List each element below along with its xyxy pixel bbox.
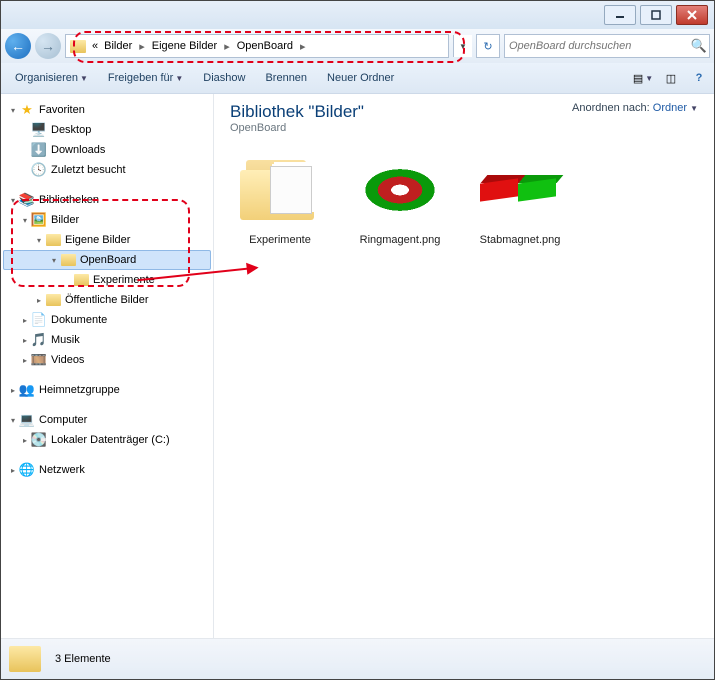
items-view[interactable]: Experimente Ringmagent.png Stabmagnet.pn… — [214, 142, 714, 638]
item-folder-experimente[interactable]: Experimente — [230, 150, 330, 246]
help-button[interactable]: ? — [688, 67, 710, 89]
bar-thumbnail — [480, 175, 560, 205]
maximize-button[interactable] — [640, 5, 672, 25]
folder-icon — [70, 40, 86, 53]
breadcrumb-prefix: « — [90, 40, 100, 52]
ring-thumbnail — [359, 166, 440, 215]
tree-public-pictures[interactable]: ▸Öffentliche Bilder — [3, 290, 211, 310]
folder-icon — [45, 292, 61, 308]
preview-pane-button[interactable]: ◫ — [660, 67, 682, 89]
tree-own-pictures[interactable]: ▾Eigene Bilder — [3, 230, 211, 250]
status-text: 3 Elemente — [55, 653, 111, 665]
library-icon: 📚 — [19, 192, 35, 208]
body: ▾★Favoriten 🖥️Desktop ⬇️Downloads 🕓Zulet… — [1, 94, 714, 638]
network-icon: 🌐 — [19, 462, 35, 478]
nav-tree: ▾★Favoriten 🖥️Desktop ⬇️Downloads 🕓Zulet… — [1, 94, 214, 638]
tree-downloads[interactable]: ⬇️Downloads — [3, 140, 211, 160]
tree-favorites[interactable]: ▾★Favoriten — [3, 100, 211, 120]
tree-experimente[interactable]: Experimente — [3, 270, 211, 290]
tree-videos[interactable]: ▸🎞️Videos — [3, 350, 211, 370]
close-button[interactable] — [676, 5, 708, 25]
tree-desktop[interactable]: 🖥️Desktop — [3, 120, 211, 140]
chevron-right-icon: ▸ — [136, 40, 148, 53]
folder-icon — [240, 160, 320, 220]
library-title: Bibliothek "Bilder" — [230, 102, 364, 122]
share-button[interactable]: Freigeben für▼ — [98, 68, 193, 88]
new-folder-button[interactable]: Neuer Ordner — [317, 68, 404, 88]
tree-openboard[interactable]: ▾OpenBoard — [3, 250, 211, 270]
back-button[interactable]: ← — [5, 33, 31, 59]
minimize-button[interactable] — [604, 5, 636, 25]
item-label: Stabmagnet.png — [470, 234, 570, 246]
search-input[interactable] — [507, 39, 691, 53]
homegroup-icon: 👥 — [19, 382, 35, 398]
address-bar: ← → « Bilder▸ Eigene Bilder▸ OpenBoard▸ … — [1, 29, 714, 63]
documents-icon: 📄 — [31, 312, 47, 328]
star-icon: ★ — [19, 102, 35, 118]
tree-recent[interactable]: 🕓Zuletzt besucht — [3, 160, 211, 180]
tree-documents[interactable]: ▸📄Dokumente — [3, 310, 211, 330]
item-label: Ringmagent.png — [350, 234, 450, 246]
folder-icon — [9, 646, 41, 672]
breadcrumb[interactable]: « Bilder▸ Eigene Bilder▸ OpenBoard▸ — [65, 34, 449, 58]
window-caption — [1, 1, 714, 29]
item-stabmagnet[interactable]: Stabmagnet.png — [470, 150, 570, 246]
breadcrumb-item[interactable]: OpenBoard — [235, 40, 295, 52]
folder-icon — [45, 232, 61, 248]
search-icon[interactable]: 🔍 — [691, 38, 707, 54]
burn-button[interactable]: Brennen — [255, 68, 317, 88]
drive-icon: 💽 — [31, 432, 47, 448]
music-icon: 🎵 — [31, 332, 47, 348]
tree-network[interactable]: ▸🌐Netzwerk — [3, 460, 211, 480]
breadcrumb-item[interactable]: Bilder — [102, 40, 134, 52]
folder-icon — [60, 252, 76, 268]
organize-button[interactable]: Organisieren▼ — [5, 68, 98, 88]
search-box[interactable]: 🔍 — [504, 34, 710, 58]
videos-icon: 🎞️ — [31, 352, 47, 368]
status-bar: 3 Elemente — [1, 638, 714, 679]
chevron-right-icon: ▸ — [297, 40, 309, 53]
downloads-icon: ⬇️ — [31, 142, 47, 158]
tree-homegroup[interactable]: ▸👥Heimnetzgruppe — [3, 380, 211, 400]
recent-icon: 🕓 — [31, 162, 47, 178]
view-options-button[interactable]: ▤▼ — [632, 67, 654, 89]
slideshow-button[interactable]: Diashow — [193, 68, 255, 88]
breadcrumb-item[interactable]: Eigene Bilder — [150, 40, 219, 52]
arrange-by-value[interactable]: Ordner ▼ — [653, 102, 698, 114]
tree-pictures[interactable]: ▾🖼️Bilder — [3, 210, 211, 230]
explorer-window: ← → « Bilder▸ Eigene Bilder▸ OpenBoard▸ … — [0, 0, 715, 680]
forward-button[interactable]: → — [35, 33, 61, 59]
tree-music[interactable]: ▸🎵Musik — [3, 330, 211, 350]
tree-drive-c[interactable]: ▸💽Lokaler Datenträger (C:) — [3, 430, 211, 450]
folder-icon — [73, 272, 89, 288]
tree-computer[interactable]: ▾💻Computer — [3, 410, 211, 430]
library-subtitle: OpenBoard — [230, 122, 364, 134]
tree-libraries[interactable]: ▾📚Bibliotheken — [3, 190, 211, 210]
desktop-icon: 🖥️ — [31, 122, 47, 138]
computer-icon: 💻 — [19, 412, 35, 428]
refresh-button[interactable]: ↻ — [476, 34, 500, 58]
path-dropdown[interactable]: ▼ — [453, 35, 472, 57]
chevron-right-icon: ▸ — [221, 40, 233, 53]
item-ringmagnet[interactable]: Ringmagent.png — [350, 150, 450, 246]
main-pane: Bibliothek "Bilder" OpenBoard Anordnen n… — [214, 94, 714, 638]
toolbar: Organisieren▼ Freigeben für▼ Diashow Bre… — [1, 63, 714, 94]
pictures-icon: 🖼️ — [31, 212, 47, 228]
item-label: Experimente — [230, 234, 330, 246]
arrange-by: Anordnen nach: Ordner ▼ — [572, 102, 698, 114]
